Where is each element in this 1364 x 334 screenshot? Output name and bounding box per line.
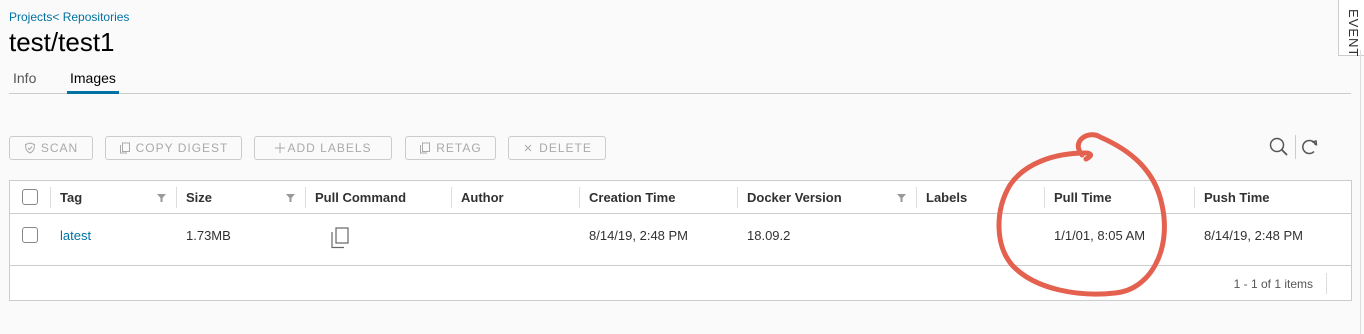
panel-divider bbox=[1360, 50, 1361, 334]
footer-divider bbox=[1326, 273, 1327, 294]
docker-version-cell: 18.09.2 bbox=[747, 228, 791, 243]
column-header-creation-time[interactable]: Creation Time bbox=[579, 181, 737, 213]
copy-icon bbox=[420, 142, 431, 154]
copy-icon bbox=[119, 142, 130, 154]
pull-time-cell: 1/1/01, 8:05 AM bbox=[1054, 228, 1146, 243]
column-header-pull-time[interactable]: Pull Time bbox=[1044, 181, 1194, 213]
tag-link[interactable]: latest bbox=[50, 214, 176, 265]
table-header: Tag Size Pull Command Author Creation Ti… bbox=[10, 181, 1351, 214]
breadcrumb-projects[interactable]: Projects bbox=[9, 10, 52, 24]
add-labels-button[interactable]: ADD LABELS bbox=[254, 136, 392, 160]
tab-images[interactable]: Images bbox=[67, 70, 119, 94]
scan-label: SCAN bbox=[40, 141, 79, 155]
column-header-pull-command[interactable]: Pull Command bbox=[305, 181, 451, 213]
breadcrumb-repositories[interactable]: Repositories bbox=[63, 10, 130, 24]
filter-icon[interactable] bbox=[897, 194, 906, 202]
filter-icon[interactable] bbox=[286, 194, 295, 202]
row-checkbox[interactable] bbox=[22, 227, 38, 243]
delete-button[interactable]: DELETE bbox=[508, 136, 606, 160]
column-header-docker-version[interactable]: Docker Version bbox=[737, 181, 916, 213]
retag-button[interactable]: RETAG bbox=[405, 136, 496, 160]
page-title: test/test1 bbox=[9, 27, 115, 57]
search-icon[interactable] bbox=[1268, 136, 1290, 158]
labels-cell bbox=[916, 214, 1044, 265]
add-labels-label: ADD LABELS bbox=[287, 141, 372, 155]
pagination-count: 1 - 1 of 1 items bbox=[1233, 277, 1313, 291]
table-footer: 1 - 1 of 1 items bbox=[10, 267, 1351, 300]
filter-icon[interactable] bbox=[157, 194, 166, 202]
tab-bar: Info Images bbox=[9, 66, 1351, 94]
retag-label: RETAG bbox=[436, 141, 482, 155]
author-cell bbox=[451, 214, 579, 265]
table-row[interactable]: latest 1.73MB 8/14/19, 2:48 PM 18.09.2 1… bbox=[10, 214, 1351, 266]
close-icon bbox=[524, 144, 532, 152]
tab-info[interactable]: Info bbox=[13, 70, 36, 94]
breadcrumb: Projects< Repositories bbox=[9, 10, 129, 24]
refresh-icon[interactable] bbox=[1299, 136, 1321, 158]
shield-icon bbox=[24, 142, 35, 154]
copy-digest-label: COPY DIGEST bbox=[135, 141, 229, 155]
plus-icon bbox=[275, 143, 286, 153]
push-time-cell: 8/14/19, 2:48 PM bbox=[1204, 228, 1304, 243]
delete-label: DELETE bbox=[539, 141, 592, 155]
copy-icon[interactable] bbox=[329, 226, 351, 250]
event-panel-toggle[interactable]: EVENT bbox=[1338, 0, 1364, 58]
column-header-tag[interactable]: Tag bbox=[50, 181, 176, 213]
select-all-checkbox[interactable] bbox=[22, 189, 38, 205]
column-header-author[interactable]: Author bbox=[451, 181, 579, 213]
column-header-push-time[interactable]: Push Time bbox=[1194, 181, 1351, 213]
copy-digest-button[interactable]: COPY DIGEST bbox=[105, 136, 242, 160]
size-cell: 1.73MB bbox=[186, 228, 231, 243]
scan-button[interactable]: SCAN bbox=[9, 136, 93, 160]
images-table: Tag Size Pull Command Author Creation Ti… bbox=[9, 180, 1352, 301]
toolbar-divider bbox=[1295, 135, 1296, 159]
creation-time-cell: 8/14/19, 2:48 PM bbox=[589, 228, 689, 243]
event-panel-label: EVENT bbox=[1346, 9, 1361, 58]
column-header-size[interactable]: Size bbox=[176, 181, 305, 213]
column-header-labels[interactable]: Labels bbox=[916, 181, 1044, 213]
